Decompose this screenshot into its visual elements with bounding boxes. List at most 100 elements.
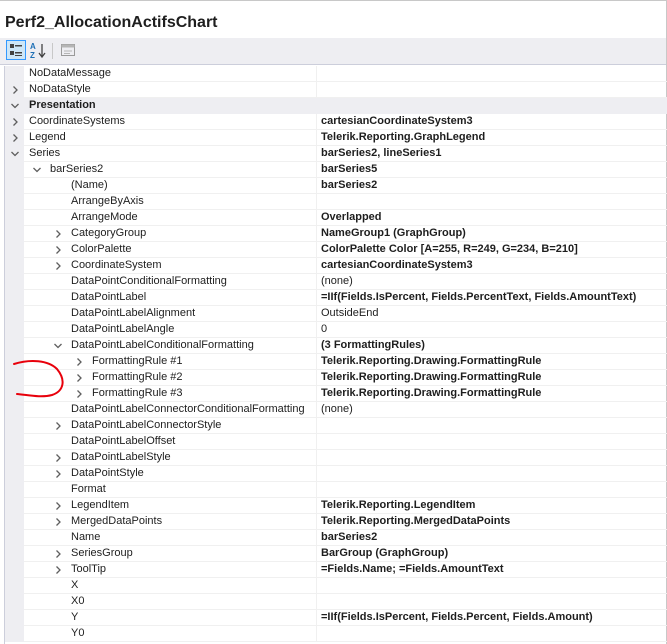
property-row[interactable]: DataPointLabel =IIf(Fields.IsPercent, Fie… [5,290,667,306]
property-row[interactable]: ArrangeMode Overlapped [5,210,667,226]
property-name-cell[interactable]: FormattingRule #2 [24,370,317,386]
property-value-cell[interactable] [317,466,667,482]
property-row[interactable]: FormattingRule #2 Telerik.Reporting.Drawi… [5,370,667,386]
property-name-cell[interactable]: FormattingRule #3 [24,386,317,402]
property-row[interactable]: DataPointConditionalFormatting (none) [5,274,667,290]
property-name-cell[interactable]: DataPointLabel [24,290,317,306]
property-name-cell[interactable]: ToolTip [24,562,317,578]
property-row[interactable]: Series barSeries2, lineSeries1 [5,146,667,162]
property-value-cell[interactable]: 0 [317,322,667,338]
property-name-cell[interactable]: Legend [24,130,317,146]
chevron-right-icon[interactable] [10,85,20,95]
property-name-cell[interactable]: CoordinateSystems [24,114,317,130]
property-row[interactable]: DataPointLabelConditionalFormatting (3 Fo… [5,338,667,354]
property-value-cell[interactable]: =IIf(Fields.IsPercent, Fields.PercentTex… [317,290,667,306]
property-value-cell[interactable] [317,482,667,498]
property-value-cell[interactable] [317,578,667,594]
categorized-button[interactable] [6,40,26,60]
property-name-cell[interactable]: Y0 [24,626,317,642]
property-row[interactable]: ToolTip =Fields.Name; =Fields.AmountText [5,562,667,578]
property-value-cell[interactable] [317,418,667,434]
property-name-cell[interactable]: DataPointLabelAlignment [24,306,317,322]
property-name-cell[interactable]: Name [24,530,317,546]
property-name-cell[interactable]: ArrangeMode [24,210,317,226]
property-name-cell[interactable]: X [24,578,317,594]
property-row[interactable]: DataPointStyle [5,466,667,482]
property-name-cell[interactable]: NoDataMessage [24,66,317,82]
property-row[interactable]: Y0 [5,626,667,642]
property-row[interactable]: MergedDataPoints Telerik.Reporting.Merged… [5,514,667,530]
property-row[interactable]: CoordinateSystems cartesianCoordinateSyst… [5,114,667,130]
chevron-down-icon[interactable] [10,149,20,159]
property-name-cell[interactable]: Series [24,146,317,162]
property-name-cell[interactable]: DataPointLabelConnectorStyle [24,418,317,434]
property-value-cell[interactable]: NameGroup1 (GraphGroup) [317,226,667,242]
property-value-cell[interactable]: barSeries5 [317,162,667,178]
property-row[interactable]: DataPointLabelConnectorConditionalFormat… [5,402,667,418]
property-name-cell[interactable]: DataPointStyle [24,466,317,482]
property-name-cell[interactable]: barSeries2 [24,162,317,178]
alphabetical-button[interactable]: A Z [28,40,48,60]
property-row[interactable]: Y =IIf(Fields.IsPercent, Fields.Percent, … [5,610,667,626]
property-value-cell[interactable] [317,450,667,466]
property-name-cell[interactable]: ArrangeByAxis [24,194,317,210]
property-row[interactable]: CategoryGroup NameGroup1 (GraphGroup) [5,226,667,242]
property-value-cell[interactable]: Telerik.Reporting.Drawing.FormattingRule [317,370,667,386]
property-name-cell[interactable]: LegendItem [24,498,317,514]
chevron-right-icon[interactable] [10,117,20,127]
property-row[interactable]: NoDataStyle [5,82,667,98]
property-name-cell[interactable]: DataPointLabelConditionalFormatting [24,338,317,354]
property-row[interactable]: DataPointLabelConnectorStyle [5,418,667,434]
property-name-cell[interactable]: CoordinateSystem [24,258,317,274]
property-value-cell[interactable] [317,194,667,210]
property-row[interactable]: DataPointLabelAngle 0 [5,322,667,338]
property-value-cell[interactable]: ColorPalette Color [A=255, R=249, G=234,… [317,242,667,258]
chevron-right-icon[interactable] [10,133,20,143]
property-name-cell[interactable]: NoDataStyle [24,82,317,98]
property-value-cell[interactable]: OutsideEnd [317,306,667,322]
property-value-cell[interactable]: Telerik.Reporting.LegendItem [317,498,667,514]
property-value-cell[interactable]: barSeries2, lineSeries1 [317,146,667,162]
property-row[interactable]: X [5,578,667,594]
property-name-cell[interactable]: FormattingRule #1 [24,354,317,370]
property-row[interactable]: LegendItem Telerik.Reporting.LegendItem [5,498,667,514]
property-name-cell[interactable]: Format [24,482,317,498]
property-value-cell[interactable]: barSeries2 [317,530,667,546]
property-value-cell[interactable]: Overlapped [317,210,667,226]
property-value-cell[interactable]: (none) [317,402,667,418]
property-value-cell[interactable]: =Fields.Name; =Fields.AmountText [317,562,667,578]
property-value-cell[interactable] [317,98,667,114]
property-name-cell[interactable]: DataPointLabelStyle [24,450,317,466]
property-pages-button[interactable] [58,40,78,60]
property-value-cell[interactable]: cartesianCoordinateSystem3 [317,114,667,130]
property-name-cell[interactable]: Presentation [24,98,317,114]
property-row[interactable]: FormattingRule #3 Telerik.Reporting.Drawi… [5,386,667,402]
property-row[interactable]: Name barSeries2 [5,530,667,546]
property-row[interactable]: FormattingRule #1 Telerik.Reporting.Drawi… [5,354,667,370]
property-row[interactable]: (Name) barSeries2 [5,178,667,194]
property-value-cell[interactable] [317,82,667,98]
property-value-cell[interactable] [317,66,667,82]
property-name-cell[interactable]: DataPointLabelOffset [24,434,317,450]
property-row[interactable]: barSeries2 barSeries5 [5,162,667,178]
property-row[interactable]: DataPointLabelAlignment OutsideEnd [5,306,667,322]
property-name-cell[interactable]: X0 [24,594,317,610]
property-name-cell[interactable]: DataPointLabelConnectorConditionalFormat… [24,402,317,418]
property-row[interactable]: DataPointLabelStyle [5,450,667,466]
property-name-cell[interactable]: (Name) [24,178,317,194]
property-row[interactable]: Format [5,482,667,498]
property-row[interactable]: ColorPalette ColorPalette Color [A=255, R… [5,242,667,258]
property-name-cell[interactable]: CategoryGroup [24,226,317,242]
property-row[interactable]: Legend Telerik.Reporting.GraphLegend [5,130,667,146]
property-row[interactable]: X0 [5,594,667,610]
property-value-cell[interactable]: BarGroup (GraphGroup) [317,546,667,562]
property-row[interactable]: ArrangeByAxis [5,194,667,210]
property-name-cell[interactable]: SeriesGroup [24,546,317,562]
property-value-cell[interactable]: (3 FormattingRules) [317,338,667,354]
property-value-cell[interactable]: (none) [317,274,667,290]
property-value-cell[interactable]: cartesianCoordinateSystem3 [317,258,667,274]
property-row[interactable]: Presentation [5,98,667,114]
property-name-cell[interactable]: Y [24,610,317,626]
property-name-cell[interactable]: DataPointLabelAngle [24,322,317,338]
property-name-cell[interactable]: ColorPalette [24,242,317,258]
